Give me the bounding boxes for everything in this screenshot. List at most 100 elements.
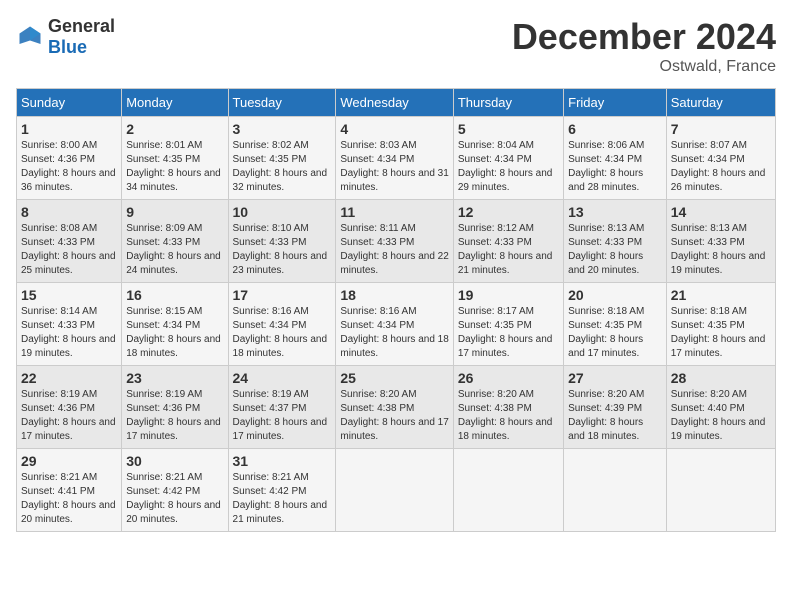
day-info: Sunrise: 8:00 AM Sunset: 4:36 PM Dayligh… [21,139,117,195]
sunrise-text: Sunrise: 8:19 AM [126,389,202,400]
sunrise-text: Sunrise: 8:20 AM [340,389,416,400]
sunset-text: Sunset: 4:33 PM [21,237,95,248]
day-info: Sunrise: 8:06 AM Sunset: 4:34 PM Dayligh… [568,139,662,195]
sunrise-text: Sunrise: 8:13 AM [568,223,644,234]
day-number: 28 [671,370,771,386]
header-sunday: Sunday [17,89,122,117]
day-number: 9 [126,204,223,220]
sunrise-text: Sunrise: 8:21 AM [233,472,309,483]
sunset-text: Sunset: 4:38 PM [458,403,532,414]
sunrise-text: Sunrise: 8:20 AM [458,389,534,400]
day-number: 7 [671,121,771,137]
sunset-text: Sunset: 4:38 PM [340,403,414,414]
calendar-week-row: 15 Sunrise: 8:14 AM Sunset: 4:33 PM Dayl… [17,283,776,366]
sunset-text: Sunset: 4:36 PM [126,403,200,414]
calendar-day-cell: 15 Sunrise: 8:14 AM Sunset: 4:33 PM Dayl… [17,283,122,366]
daylight-text: Daylight: 8 hours and 17 minutes. [568,334,643,359]
sunset-text: Sunset: 4:41 PM [21,486,95,497]
calendar-day-cell: 17 Sunrise: 8:16 AM Sunset: 4:34 PM Dayl… [228,283,336,366]
calendar-table: Sunday Monday Tuesday Wednesday Thursday… [16,88,776,532]
sunset-text: Sunset: 4:34 PM [126,320,200,331]
daylight-text: Daylight: 8 hours and 29 minutes. [458,168,553,193]
day-number: 2 [126,121,223,137]
calendar-day-cell: 31 Sunrise: 8:21 AM Sunset: 4:42 PM Dayl… [228,449,336,532]
sunrise-text: Sunrise: 8:16 AM [340,306,416,317]
sunrise-text: Sunrise: 8:09 AM [126,223,202,234]
day-info: Sunrise: 8:08 AM Sunset: 4:33 PM Dayligh… [21,222,117,278]
sunset-text: Sunset: 4:35 PM [126,154,200,165]
calendar-day-cell: 10 Sunrise: 8:10 AM Sunset: 4:33 PM Dayl… [228,200,336,283]
calendar-day-cell: 30 Sunrise: 8:21 AM Sunset: 4:42 PM Dayl… [122,449,228,532]
calendar-day-cell: 18 Sunrise: 8:16 AM Sunset: 4:34 PM Dayl… [336,283,453,366]
day-number: 8 [21,204,117,220]
calendar-day-cell: 5 Sunrise: 8:04 AM Sunset: 4:34 PM Dayli… [453,117,563,200]
day-number: 22 [21,370,117,386]
sunset-text: Sunset: 4:40 PM [671,403,745,414]
sunset-text: Sunset: 4:33 PM [340,237,414,248]
daylight-text: Daylight: 8 hours and 17 minutes. [21,417,116,442]
day-number: 13 [568,204,662,220]
day-number: 14 [671,204,771,220]
day-number: 4 [340,121,448,137]
day-info: Sunrise: 8:20 AM Sunset: 4:38 PM Dayligh… [340,388,448,444]
day-number: 19 [458,287,559,303]
daylight-text: Daylight: 8 hours and 18 minutes. [340,334,448,359]
sunset-text: Sunset: 4:42 PM [233,486,307,497]
calendar-day-cell: 4 Sunrise: 8:03 AM Sunset: 4:34 PM Dayli… [336,117,453,200]
day-number: 12 [458,204,559,220]
daylight-text: Daylight: 8 hours and 20 minutes. [126,500,221,525]
sunrise-text: Sunrise: 8:19 AM [233,389,309,400]
daylight-text: Daylight: 8 hours and 21 minutes. [458,251,553,276]
sunrise-text: Sunrise: 8:20 AM [671,389,747,400]
logo-icon [16,23,44,51]
sunset-text: Sunset: 4:34 PM [458,154,532,165]
day-number: 16 [126,287,223,303]
sunrise-text: Sunrise: 8:10 AM [233,223,309,234]
calendar-header-row: Sunday Monday Tuesday Wednesday Thursday… [17,89,776,117]
sunset-text: Sunset: 4:35 PM [568,320,642,331]
daylight-text: Daylight: 8 hours and 17 minutes. [340,417,448,442]
daylight-text: Daylight: 8 hours and 28 minutes. [568,168,643,193]
day-info: Sunrise: 8:11 AM Sunset: 4:33 PM Dayligh… [340,222,448,278]
daylight-text: Daylight: 8 hours and 32 minutes. [233,168,328,193]
calendar-day-cell: 22 Sunrise: 8:19 AM Sunset: 4:36 PM Dayl… [17,366,122,449]
daylight-text: Daylight: 8 hours and 26 minutes. [671,168,766,193]
day-number: 25 [340,370,448,386]
day-info: Sunrise: 8:17 AM Sunset: 4:35 PM Dayligh… [458,305,559,361]
sunset-text: Sunset: 4:35 PM [671,320,745,331]
sunrise-text: Sunrise: 8:04 AM [458,140,534,151]
day-number: 17 [233,287,332,303]
sunrise-text: Sunrise: 8:18 AM [671,306,747,317]
sunset-text: Sunset: 4:39 PM [568,403,642,414]
day-number: 23 [126,370,223,386]
calendar-day-cell: 7 Sunrise: 8:07 AM Sunset: 4:34 PM Dayli… [666,117,775,200]
daylight-text: Daylight: 8 hours and 18 minutes. [233,334,328,359]
day-info: Sunrise: 8:19 AM Sunset: 4:37 PM Dayligh… [233,388,332,444]
calendar-day-cell: 20 Sunrise: 8:18 AM Sunset: 4:35 PM Dayl… [564,283,667,366]
sunrise-text: Sunrise: 8:19 AM [21,389,97,400]
calendar-day-cell: 16 Sunrise: 8:15 AM Sunset: 4:34 PM Dayl… [122,283,228,366]
daylight-text: Daylight: 8 hours and 31 minutes. [340,168,448,193]
calendar-day-cell: 6 Sunrise: 8:06 AM Sunset: 4:34 PM Dayli… [564,117,667,200]
calendar-day-cell: 28 Sunrise: 8:20 AM Sunset: 4:40 PM Dayl… [666,366,775,449]
calendar-day-cell: 9 Sunrise: 8:09 AM Sunset: 4:33 PM Dayli… [122,200,228,283]
sunset-text: Sunset: 4:33 PM [21,320,95,331]
day-info: Sunrise: 8:16 AM Sunset: 4:34 PM Dayligh… [233,305,332,361]
day-info: Sunrise: 8:21 AM Sunset: 4:41 PM Dayligh… [21,471,117,527]
day-info: Sunrise: 8:21 AM Sunset: 4:42 PM Dayligh… [233,471,332,527]
sunset-text: Sunset: 4:36 PM [21,154,95,165]
calendar-week-row: 22 Sunrise: 8:19 AM Sunset: 4:36 PM Dayl… [17,366,776,449]
day-info: Sunrise: 8:13 AM Sunset: 4:33 PM Dayligh… [671,222,771,278]
sunset-text: Sunset: 4:34 PM [671,154,745,165]
header-wednesday: Wednesday [336,89,453,117]
daylight-text: Daylight: 8 hours and 17 minutes. [126,417,221,442]
day-info: Sunrise: 8:04 AM Sunset: 4:34 PM Dayligh… [458,139,559,195]
month-title: December 2024 [512,16,776,58]
day-info: Sunrise: 8:15 AM Sunset: 4:34 PM Dayligh… [126,305,223,361]
day-info: Sunrise: 8:21 AM Sunset: 4:42 PM Dayligh… [126,471,223,527]
day-number: 26 [458,370,559,386]
calendar-day-cell: 3 Sunrise: 8:02 AM Sunset: 4:35 PM Dayli… [228,117,336,200]
logo: General Blue [16,16,115,58]
sunrise-text: Sunrise: 8:21 AM [126,472,202,483]
sunrise-text: Sunrise: 8:00 AM [21,140,97,151]
